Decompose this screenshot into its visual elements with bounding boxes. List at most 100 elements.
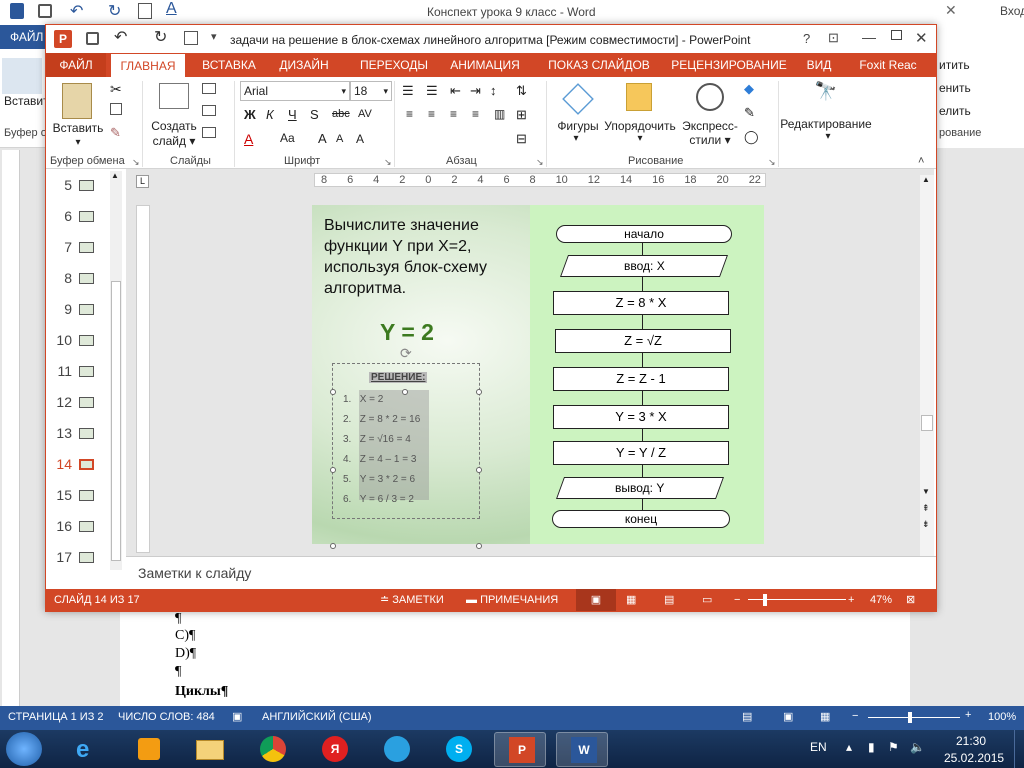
tab-transitions[interactable]: ПЕРЕХОДЫ — [354, 53, 434, 77]
tray-expand-icon[interactable]: ▴ — [846, 740, 852, 754]
rotate-handle-icon[interactable]: ⟳ — [400, 345, 412, 362]
scroll-down-icon[interactable]: ▼ — [922, 487, 930, 496]
shapes-icon[interactable] — [562, 83, 594, 115]
prev-slide-icon[interactable]: ⇞ — [922, 503, 930, 514]
close-icon[interactable]: ✕ — [915, 29, 928, 47]
editing-dropdown-icon[interactable]: ▾ — [818, 131, 838, 142]
word-taskbar-icon[interactable]: W — [556, 732, 608, 767]
shapes-dropdown-icon[interactable]: ▾ — [566, 133, 586, 144]
shapes-button[interactable]: Фигуры — [550, 119, 606, 133]
word-zoom-level[interactable]: 100% — [988, 711, 1016, 723]
flag-icon[interactable]: ⚑ — [888, 740, 899, 754]
new-slide-icon[interactable] — [159, 83, 189, 109]
underline-icon[interactable]: Ч — [288, 107, 297, 122]
redo-icon[interactable]: ↻ — [108, 1, 121, 21]
zoom-slider[interactable] — [908, 712, 912, 723]
increase-indent-icon[interactable]: ⇥ — [470, 83, 481, 99]
drawing-launcher-icon[interactable]: ↘ — [768, 157, 776, 168]
paste-dropdown-icon[interactable]: ▾ — [68, 137, 88, 148]
comments-button[interactable]: ▬ ПРИМЕЧАНИЯ — [466, 589, 558, 611]
arrange-button[interactable]: Упорядочить — [602, 119, 678, 133]
normal-view-icon[interactable]: ▣ — [576, 589, 616, 611]
bullets-icon[interactable]: ☰ — [402, 83, 414, 99]
word-paste-icon[interactable] — [2, 58, 42, 94]
ppt-undo-icon[interactable]: ↶ — [114, 27, 127, 47]
resize-handle[interactable] — [476, 543, 482, 549]
media-player-icon[interactable] — [122, 732, 174, 767]
slide-scrollbar[interactable]: ▲ ▼ ⇞ ⇟ — [920, 175, 934, 556]
explorer-icon[interactable] — [184, 732, 236, 767]
proofing-icon[interactable]: ▣ — [232, 710, 242, 723]
print-layout-icon[interactable]: ▣ — [783, 710, 793, 723]
section-icon[interactable] — [202, 127, 216, 138]
format-painter-icon[interactable]: ✎ — [110, 125, 121, 141]
line-spacing-icon[interactable]: ↕ — [490, 83, 497, 98]
quick-styles-button[interactable]: Экспресс- — [678, 119, 742, 133]
qat-customize-icon[interactable]: ▾ — [211, 30, 217, 43]
scroll-up-icon[interactable]: ▲ — [922, 175, 930, 184]
undo-icon[interactable]: ↶ — [70, 1, 83, 21]
task-text[interactable]: Вычислите значение функции Y при X=2, ис… — [324, 215, 514, 299]
quick-styles-icon[interactable] — [696, 83, 724, 111]
tab-animations[interactable]: АНИМАЦИЯ — [442, 53, 528, 77]
flow-step-5[interactable]: Y = Y / Z — [553, 441, 729, 465]
preview-icon[interactable] — [138, 3, 152, 19]
tab-view[interactable]: ВИД — [804, 53, 834, 77]
align-left-icon[interactable]: ≡ — [406, 107, 413, 121]
word-word-count[interactable]: ЧИСЛО СЛОВ: 484 — [118, 711, 215, 723]
clipboard-launcher-icon[interactable]: ↘ — [132, 157, 140, 168]
skype-icon[interactable]: S — [432, 732, 484, 767]
word-language[interactable]: АНГЛИЙСКИЙ (США) — [262, 711, 372, 723]
current-slide[interactable]: Вычислите значение функции Y при X=2, ис… — [312, 205, 764, 549]
slide-thumb-15[interactable]: 15 — [52, 487, 94, 503]
columns-icon[interactable]: ▥ — [494, 107, 505, 121]
font-color-icon[interactable]: A — [166, 0, 177, 18]
zoom-in-icon[interactable]: + — [965, 709, 971, 721]
web-layout-icon[interactable]: ▦ — [820, 710, 830, 723]
clear-format-icon[interactable]: A — [356, 132, 364, 146]
tab-home[interactable]: ГЛАВНАЯ — [110, 53, 186, 77]
help-icon[interactable]: ? — [803, 31, 810, 46]
flow-input[interactable]: ввод: X — [559, 255, 729, 277]
ie-icon[interactable]: e — [62, 732, 114, 767]
zoom-out-icon[interactable]: − — [852, 710, 858, 722]
ppt-slideshow-icon[interactable] — [184, 31, 198, 45]
flow-output[interactable]: вывод: Y — [555, 477, 725, 499]
decrease-indent-icon[interactable]: ⇤ — [450, 83, 461, 99]
slideshow-view-icon[interactable]: ▭ — [702, 589, 712, 611]
yandex-icon[interactable]: Я — [308, 732, 360, 767]
paste-icon[interactable] — [62, 83, 92, 119]
next-slide-icon[interactable]: ⇟ — [922, 519, 930, 530]
notes-button[interactable]: ≐ ЗАМЕТКИ — [380, 589, 444, 611]
fit-slide-icon[interactable]: ⊠ — [906, 589, 915, 611]
numbering-icon[interactable]: ☰ — [426, 83, 438, 99]
font-color-icon[interactable]: A — [244, 131, 253, 147]
tab-review[interactable]: РЕЦЕНЗИРОВАНИЕ — [666, 53, 792, 77]
network-icon[interactable]: ▮ — [868, 740, 875, 754]
scroll-up-icon[interactable]: ▲ — [111, 171, 119, 180]
cut-icon[interactable]: ✂ — [110, 81, 122, 98]
clock-time[interactable]: 21:30 — [956, 734, 986, 748]
text-direction-icon[interactable]: ⇅ — [516, 83, 527, 99]
word-ribbon-item[interactable]: итить — [939, 58, 970, 72]
shrink-font-icon[interactable]: A — [336, 133, 343, 145]
ppt-zoom-out-icon[interactable]: − — [734, 589, 740, 611]
chrome-icon[interactable] — [246, 732, 298, 767]
clock-date[interactable]: 25.02.2015 — [944, 751, 1004, 765]
slide-thumb-14[interactable]: 14 — [52, 456, 94, 472]
quick-styles-line2[interactable]: стили ▾ — [678, 133, 742, 147]
paste-button[interactable]: Вставить — [50, 121, 106, 135]
notes-pane[interactable]: Заметки к слайду — [126, 556, 936, 589]
answer-text[interactable]: Y = 2 — [380, 319, 434, 346]
editing-button[interactable]: Редактирование — [780, 117, 872, 131]
tab-design[interactable]: ДИЗАЙН — [272, 53, 336, 77]
scroll-thumb[interactable] — [111, 281, 121, 561]
collapse-ribbon-icon[interactable]: ˄ — [918, 155, 924, 167]
show-desktop-button[interactable] — [1014, 730, 1024, 768]
volume-icon[interactable]: 🔈 — [910, 740, 925, 754]
slide-thumb-8[interactable]: 8 — [52, 270, 94, 286]
flow-start[interactable]: начало — [556, 225, 732, 243]
solution-textbox[interactable]: РЕШЕНИЕ: 1. X = 2 2. Z = 8 * 2 = 16 3. Z… — [332, 363, 480, 519]
ppt-redo-icon[interactable]: ↻ — [154, 27, 167, 47]
slide-sorter-icon[interactable]: ▦ — [626, 589, 636, 611]
